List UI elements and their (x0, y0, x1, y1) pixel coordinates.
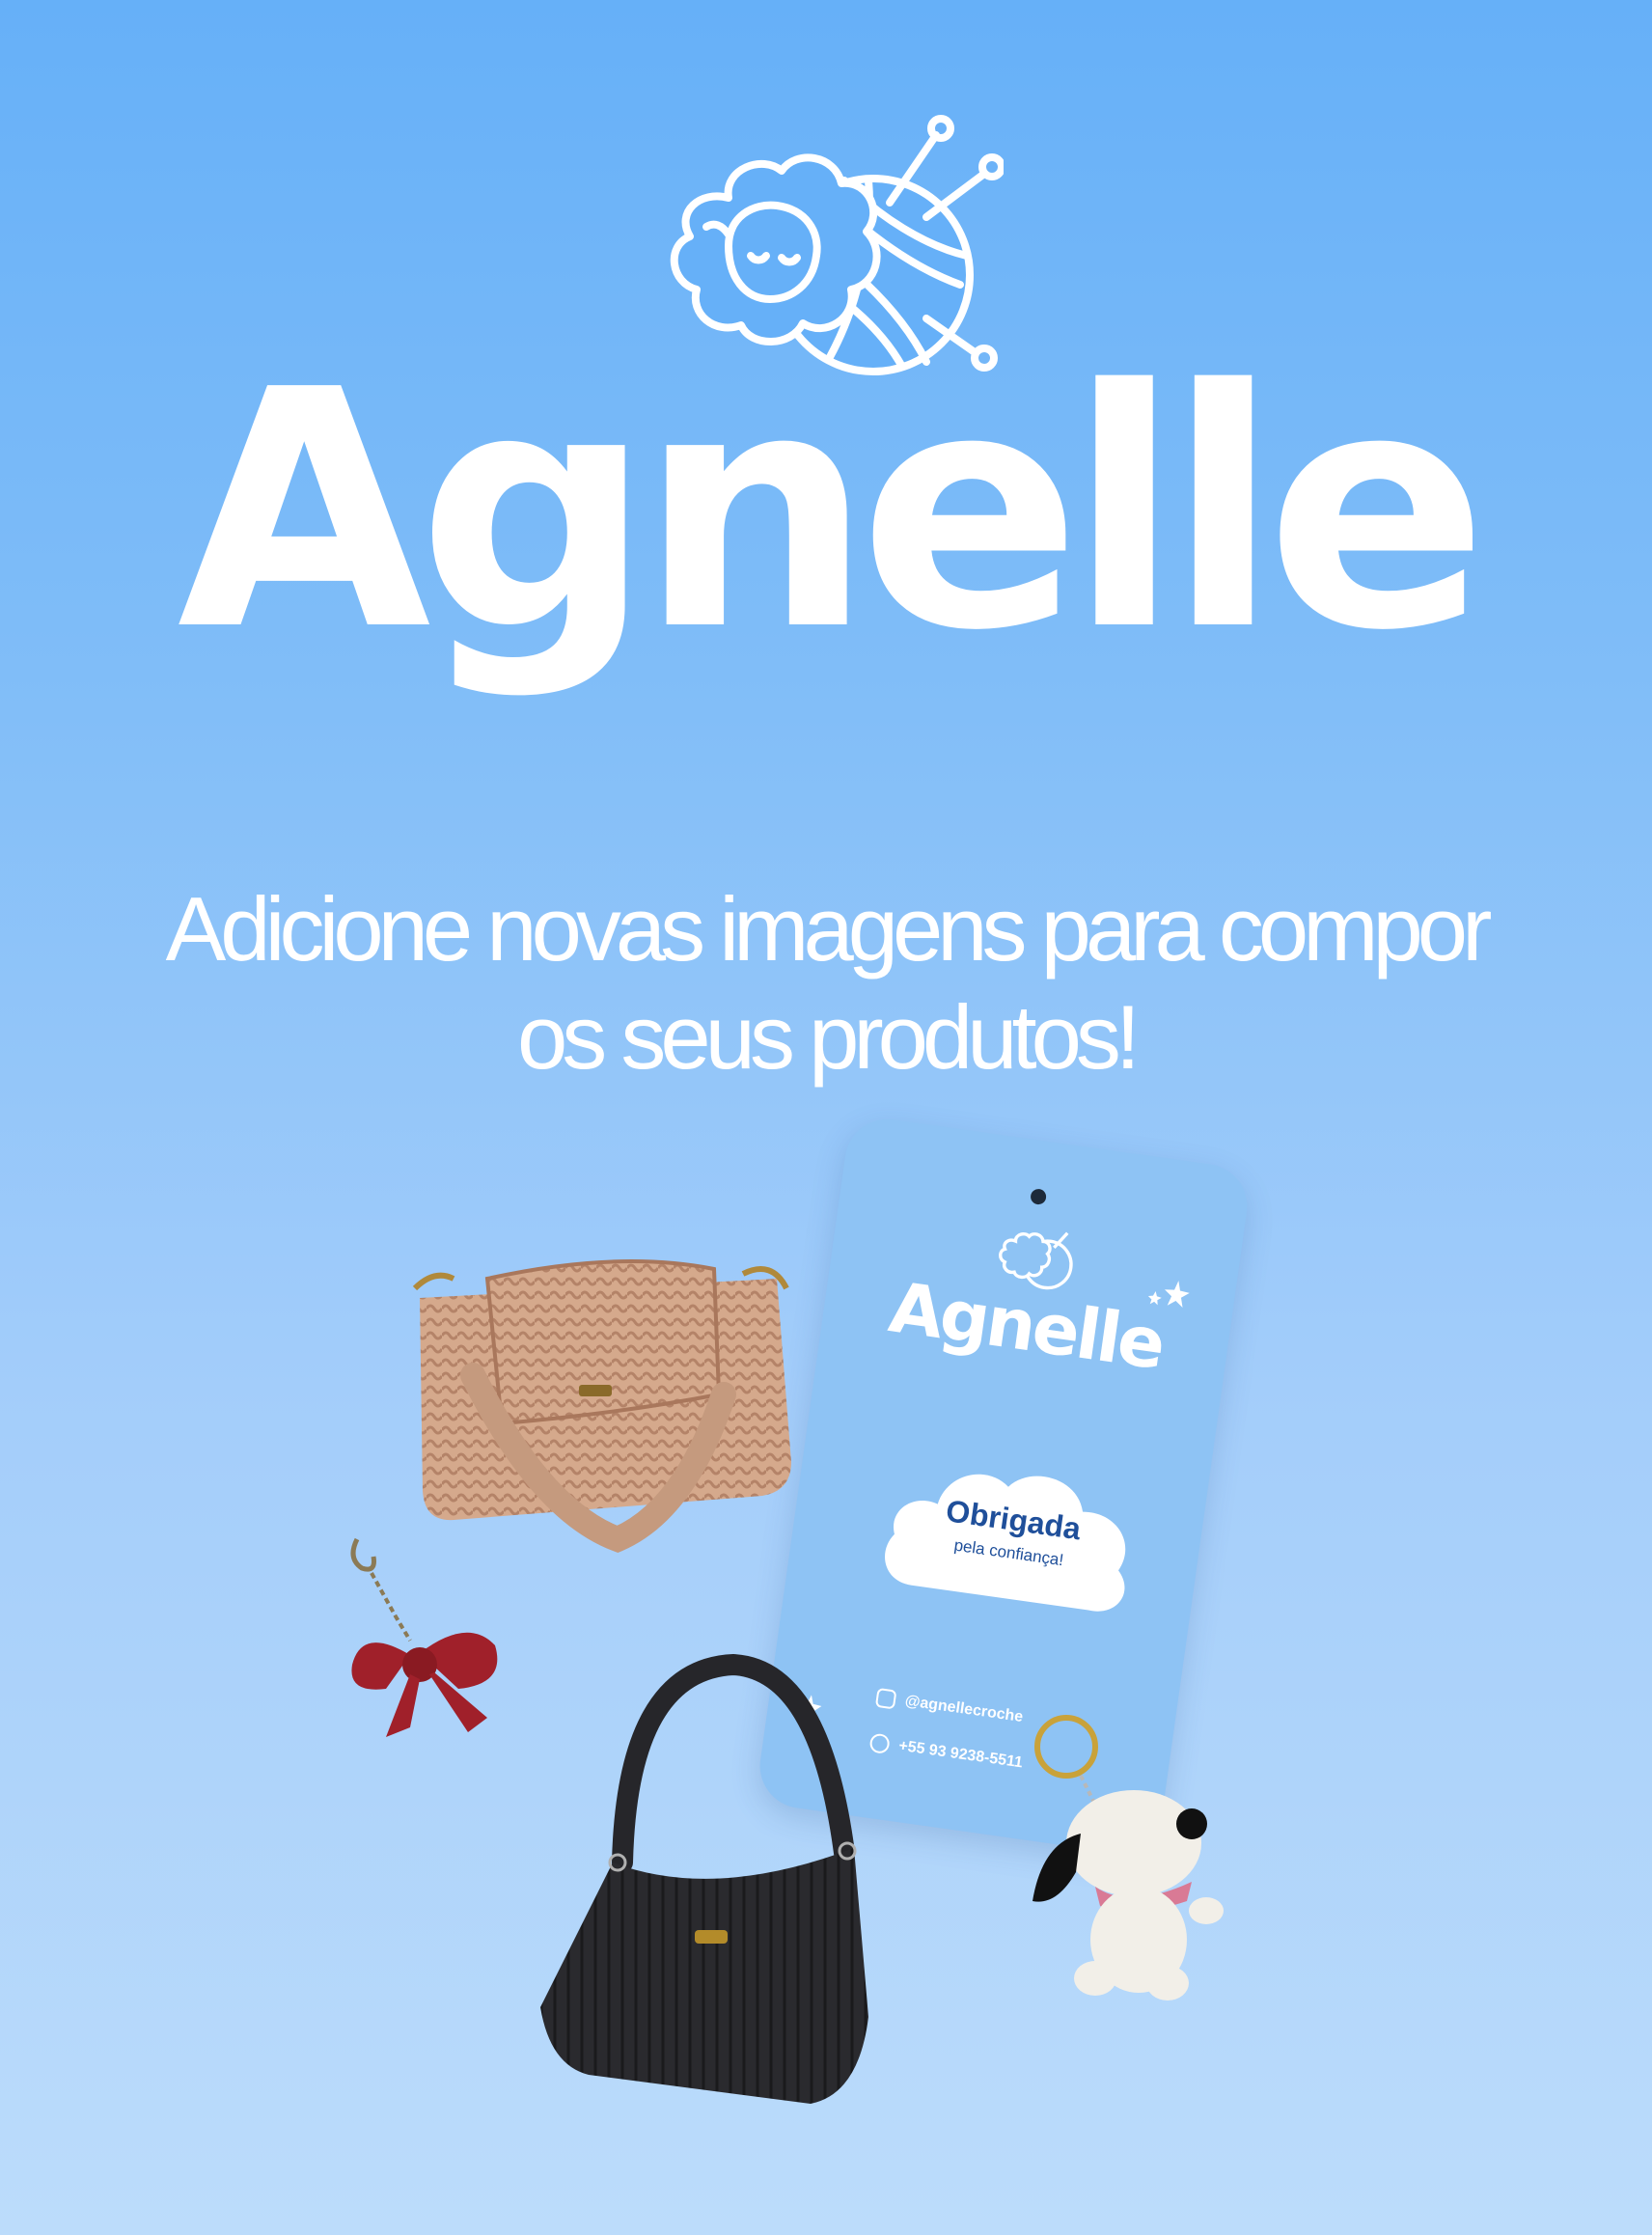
beige-handbag-icon (412, 1259, 791, 1554)
dog-keychain-icon (1032, 1715, 1224, 2000)
bow-keychain-icon (350, 1537, 498, 1737)
headline-line-1: Adicione novas imagens para compor (165, 878, 1493, 980)
instagram-handle: @agnellecroche (874, 1687, 1025, 1727)
whatsapp-number: +55 93 9238-5511 (868, 1732, 1024, 1773)
whatsapp-text: +55 93 9238-5511 (897, 1737, 1024, 1772)
instagram-text: @agnellecroche (903, 1693, 1025, 1726)
brand-wordmark: Agnelle (177, 320, 1489, 703)
tag-hole (1030, 1188, 1048, 1206)
headline-line-2: os seus produtos! (517, 986, 1141, 1088)
black-shoulder-bag-icon (540, 1653, 868, 2104)
